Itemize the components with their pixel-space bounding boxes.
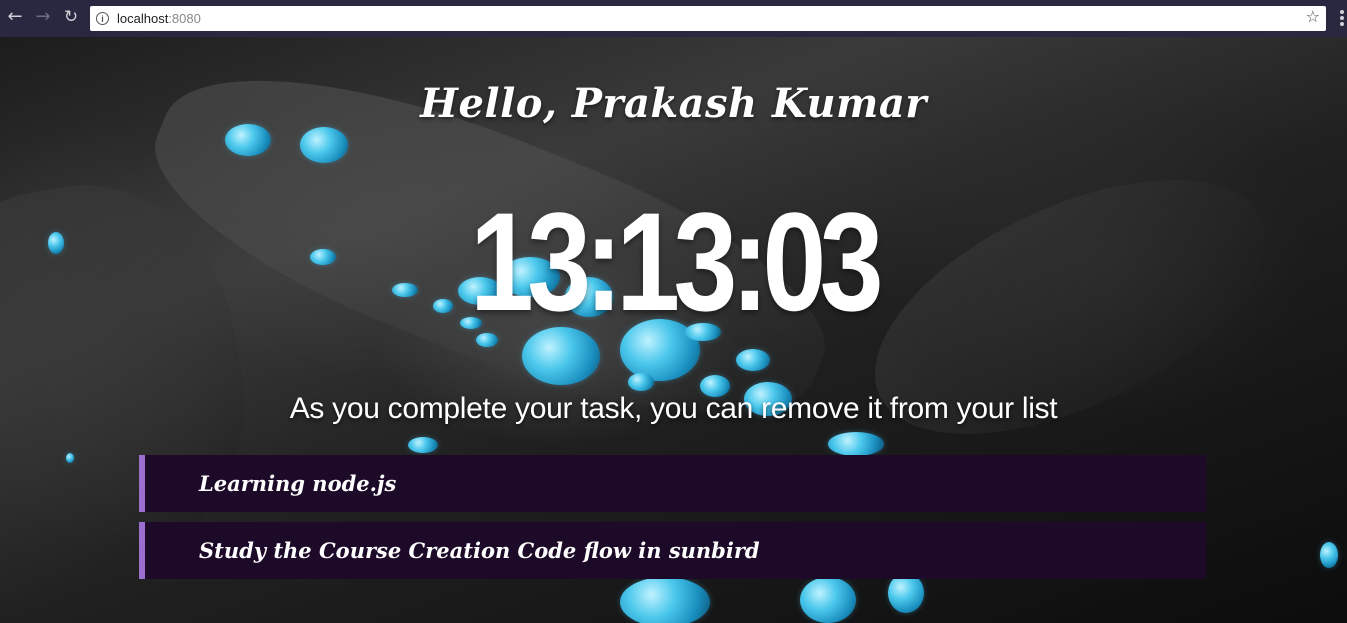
forward-arrow-icon[interactable]: → <box>32 6 54 28</box>
url-port: :8080 <box>168 11 201 26</box>
url-text[interactable]: localhost:8080 <box>117 11 201 26</box>
water-drop <box>66 453 74 463</box>
water-drop <box>828 432 884 456</box>
greeting-heading: Hello, Prakash Kumar <box>420 80 927 127</box>
task-label: Learning node.js <box>199 471 397 496</box>
url-host: localhost <box>117 11 169 26</box>
water-drop <box>300 127 348 163</box>
page-background: Hello, Prakash Kumar 13:13:03 As you com… <box>0 37 1347 623</box>
reload-icon[interactable]: ↻ <box>60 6 82 28</box>
water-drop <box>736 349 770 371</box>
browser-menu-icon[interactable] <box>1340 10 1344 26</box>
site-info-icon[interactable]: i <box>96 12 109 25</box>
task-item[interactable]: Study the Course Creation Code flow in s… <box>139 522 1206 579</box>
water-drop <box>48 232 64 254</box>
address-bar[interactable]: i localhost:8080 ☆ <box>90 6 1326 31</box>
task-list: Learning node.js Study the Course Creati… <box>139 455 1206 589</box>
browser-toolbar: ← → ↻ i localhost:8080 ☆ <box>0 0 1347 37</box>
task-item[interactable]: Learning node.js <box>139 455 1206 512</box>
task-label: Study the Course Creation Code flow in s… <box>199 538 760 563</box>
back-arrow-icon[interactable]: ← <box>4 6 26 28</box>
water-drop <box>1320 542 1338 568</box>
clock-display: 13:13:03 <box>469 183 884 340</box>
water-drop <box>408 437 438 453</box>
bookmark-star-icon[interactable]: ☆ <box>1306 9 1320 25</box>
instruction-text: As you complete your task, you can remov… <box>289 392 1058 425</box>
water-drop <box>225 124 271 156</box>
water-drop <box>628 373 654 391</box>
